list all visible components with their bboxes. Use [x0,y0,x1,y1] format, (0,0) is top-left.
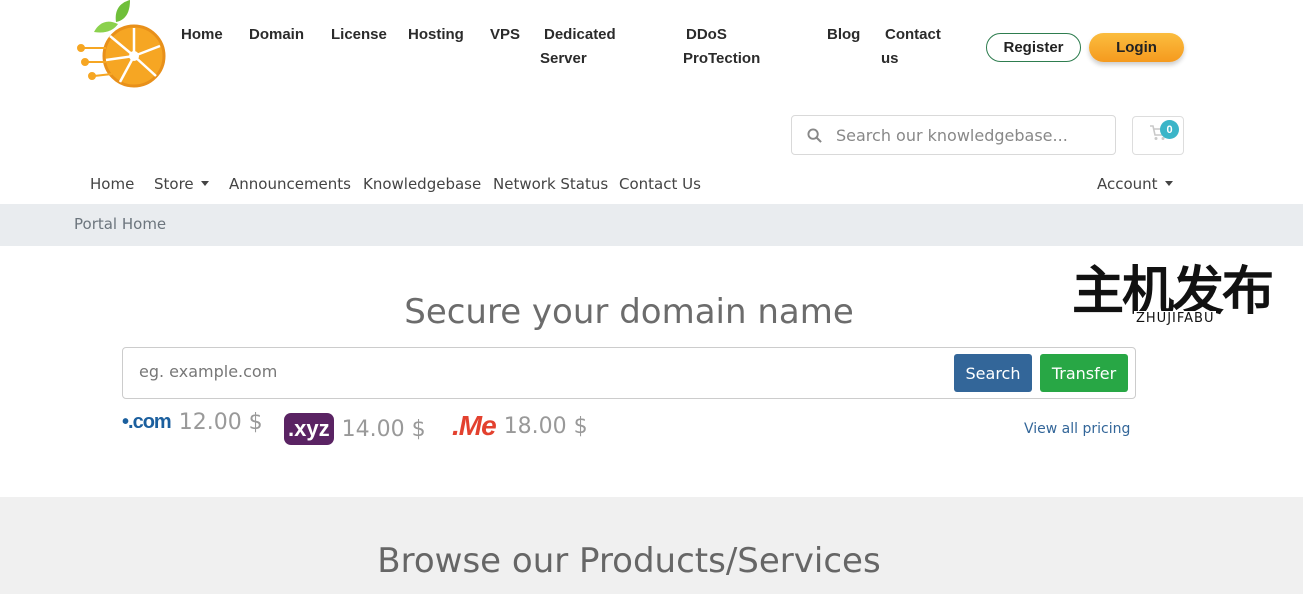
tld-me-price: 18.00 $ [503,413,588,439]
subnav-announcements[interactable]: Announcements [229,174,351,194]
knowledgebase-search [791,115,1116,155]
nav-domain[interactable]: Domain [249,23,304,47]
tld-xyz-price: 14.00 $ [341,416,426,442]
tld-xyz-logo: .xyz [284,413,334,445]
nav-blog[interactable]: Blog [827,23,860,47]
view-all-pricing-link[interactable]: View all pricing [1024,421,1130,437]
nav-hosting[interactable]: Hosting [408,23,464,47]
nav-home[interactable]: Home [181,23,223,47]
products-section: Browse our Products/Services [0,497,1303,594]
tld-me: .Me 18.00 $ [452,410,588,442]
subnav-home[interactable]: Home [90,174,134,194]
breadcrumb: Portal Home [0,204,1303,246]
nav-dedicated-server[interactable]: Dedicated Server [540,23,630,71]
nav-vps[interactable]: VPS [490,23,520,47]
cart-count-badge: 0 [1160,120,1179,139]
search-icon [792,127,836,143]
domain-search-title: Secure your domain name [404,292,854,332]
domain-search-button[interactable]: Search [954,354,1032,392]
tld-com-name: .com [128,411,172,433]
subnav-knowledgebase[interactable]: Knowledgebase [363,174,481,194]
chevron-down-icon [1164,181,1173,186]
products-title: Browse our Products/Services [377,541,881,581]
knowledgebase-search-input[interactable] [836,125,1096,145]
subnav-network-status[interactable]: Network Status [493,174,608,194]
tld-com-logo: •.com [122,411,172,433]
subnav-contact-us[interactable]: Contact Us [619,174,701,194]
breadcrumb-portal-home[interactable]: Portal Home [74,215,166,233]
subnav-store[interactable]: Store [154,174,209,194]
subnav-account-label: Account [1097,175,1158,193]
nav-ddos-protection[interactable]: DDoS ProTection [683,23,771,71]
subnav-store-label: Store [154,175,194,193]
domain-search-input[interactable] [139,362,919,381]
tld-com-price: 12.00 $ [178,410,263,435]
subnav-account[interactable]: Account [1097,174,1173,194]
domain-transfer-button[interactable]: Transfer [1040,354,1128,392]
tld-xyz: .xyz 14.00 $ [284,413,426,445]
register-button[interactable]: Register [986,33,1081,62]
site-logo[interactable] [76,0,168,96]
nav-contact-us[interactable]: Contact us [881,23,947,71]
tld-com: •.com 12.00 $ [122,410,263,435]
login-button[interactable]: Login [1089,33,1184,62]
tld-me-logo: .Me [452,410,497,441]
cart-button[interactable]: 0 [1132,116,1184,155]
chevron-down-icon [200,181,209,186]
nav-license[interactable]: License [331,23,387,47]
domain-search-box: Search Transfer [122,347,1136,399]
